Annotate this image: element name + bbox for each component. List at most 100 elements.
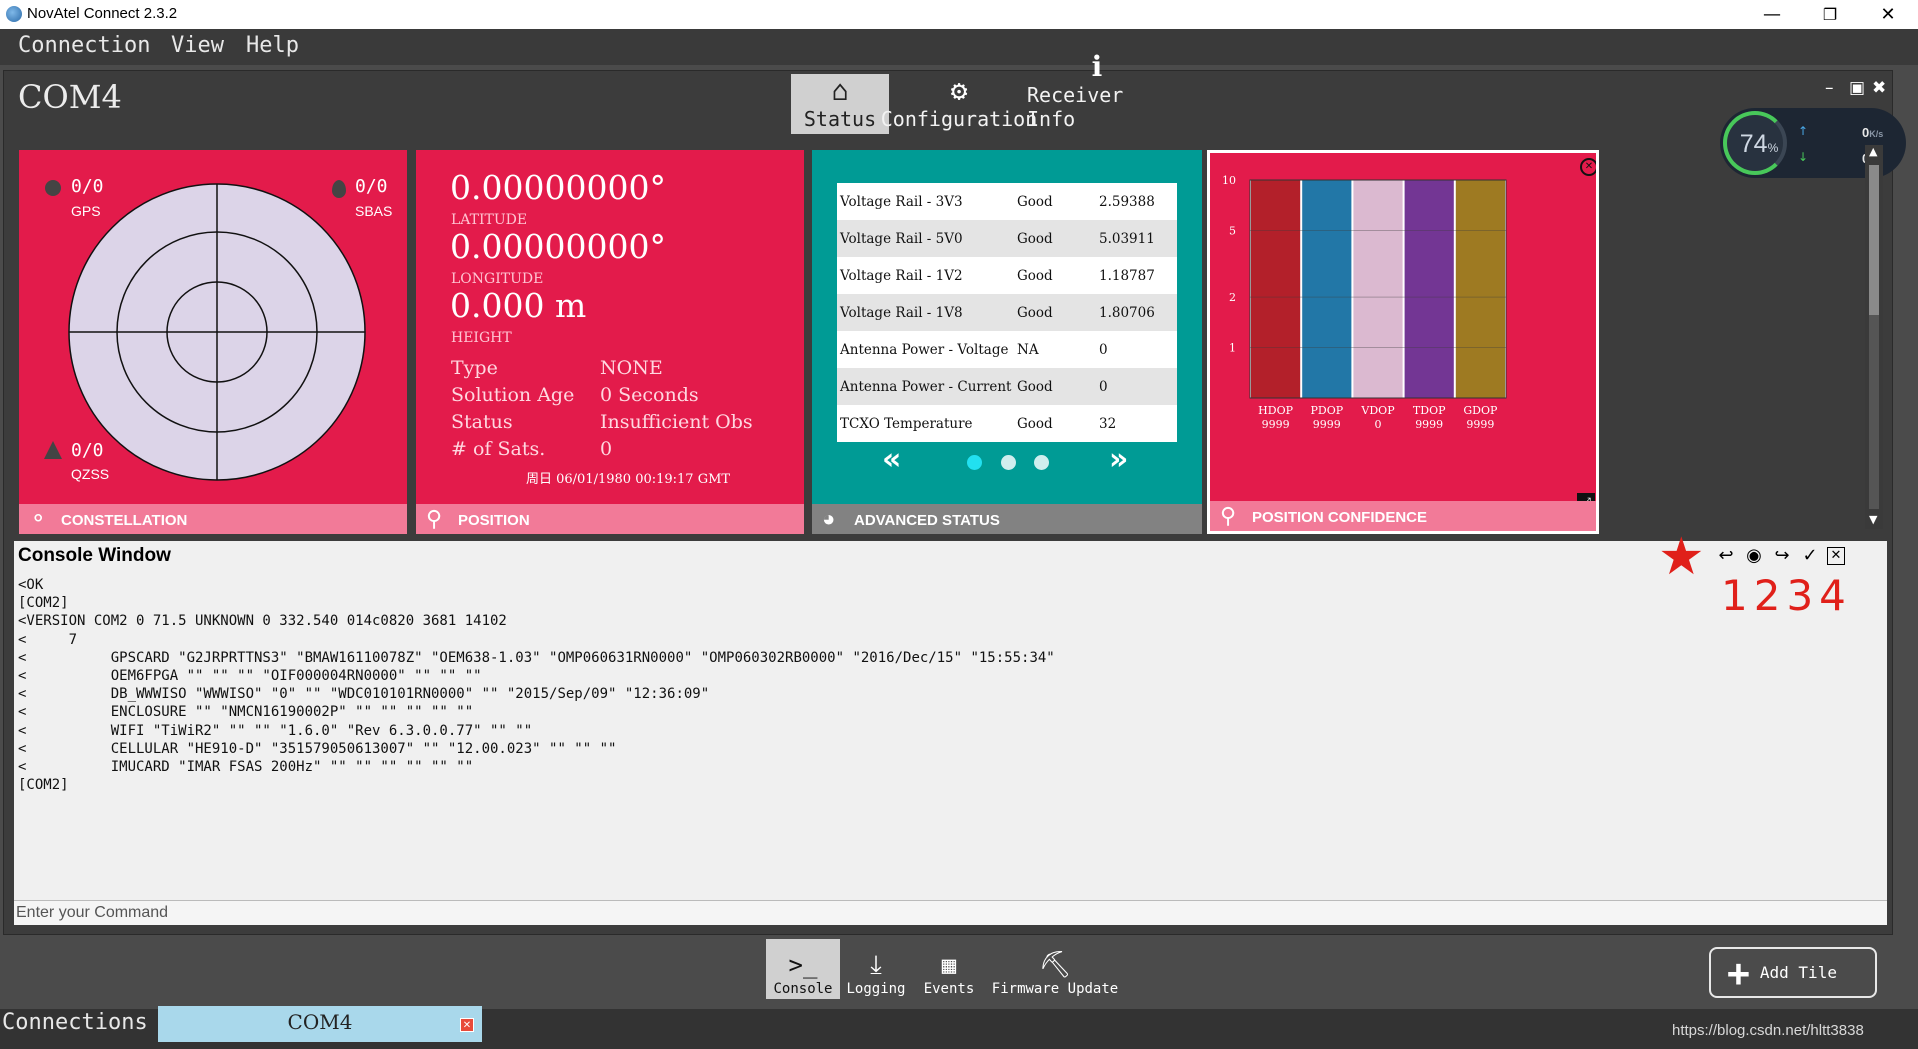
prev-page-button[interactable]: « [882,442,901,477]
firmware-update-tool-button[interactable]: ⛏ Firmware Update [990,939,1120,999]
table-row: TCXO Temperature Good 32 [837,405,1177,442]
events-tool-label: Events [923,981,975,997]
solution-age-value: 0 Seconds [600,384,699,406]
status-state: Good [1017,304,1053,321]
position-footer-label: POSITION [458,512,530,529]
advanced-status-tile[interactable]: Voltage Rail - 3V3 Good 2.59388 Voltage … [812,150,1202,534]
menu-connection[interactable]: Connection [18,33,150,58]
export-icon[interactable]: ↩ [1715,545,1737,567]
events-tool-button[interactable]: ▦ Events [913,939,985,999]
status-value: 0 [1099,341,1108,358]
bar-tdop [1404,180,1454,398]
tab-receiver-info[interactable]: i Receiver Info [1027,51,1167,134]
command-input[interactable] [14,900,1887,925]
red-number-annotation: 1234 [1721,571,1852,620]
status-value: Insufficient Obs [600,411,753,433]
console-line: <OK [18,577,44,593]
plus-icon: + [1727,950,1750,995]
add-tile-label: Add Tile [1759,963,1837,982]
position-tile[interactable]: 0.00000000° LATITUDE 0.00000000° LONGITU… [416,150,804,534]
constellation-tile[interactable]: 0/0 GPS 0/0 SBAS 0/0 QZSS ⚬ CONSTELLATIO… [19,150,407,534]
value-label: 0 [1375,418,1382,431]
satellite-icon: ⚬ [29,506,48,531]
console-line: < GPSCARD "G2JRPRTTNS3" "BMAW16110078Z" … [18,649,1055,666]
dop-chart-svg: 10521HDOP9999PDOP9999VDOP0TDOP9999GDOP99… [1222,174,1507,431]
tab-configuration-label: Configuration [880,107,1038,131]
console-line: < OEM6FPGA "" "" "" "OIF000004RN0000" ""… [18,668,482,685]
status-state: Good [1017,378,1053,395]
bar-gdop [1455,180,1505,398]
page-dot[interactable] [1001,455,1016,470]
scrollbar-thumb[interactable] [1869,165,1879,315]
tab-configuration[interactable]: ⚙ Configuration [881,74,1038,134]
console-tool-button[interactable]: >_ Console [766,939,840,999]
position-confidence-tile[interactable]: ✕ 10 5 2 1 HDOP 9999 PDOP 9999 VDOP 0 TDOP 9999 GDOP… [1207,150,1599,534]
cpu-percent: 74 [1739,130,1768,158]
sbas-marker-icon [332,180,346,198]
status-state: Good [1017,415,1053,432]
connection-tab-com4[interactable]: COM4 ✕ [158,1006,482,1042]
tab-status[interactable]: ⌂ Status [791,74,889,134]
panel-minimize-button[interactable]: – [1825,78,1834,98]
menu-help[interactable]: Help [246,33,299,58]
restore-window-button[interactable]: ❐ [1801,0,1859,29]
tab-receiver-info-label: Receiver Info [1027,83,1124,131]
console-line: < ENCLOSURE "" "NMCN16190002P" "" "" "" … [18,704,474,721]
solution-age-label: Solution Age [451,384,575,406]
panel-close-button[interactable]: ✖ [1872,78,1886,98]
gear-icon: ⚙ [950,74,968,107]
console-line: < CELLULAR "HE910-D" "351579050613007" "… [18,740,617,757]
table-row: Antenna Power - Voltage NA 0 [837,331,1177,368]
table-row: Voltage Rail - 3V3 Good 2.59388 [837,183,1177,220]
status-name: TCXO Temperature [840,415,973,432]
status-value: 1.80706 [1099,304,1155,321]
page-dot-active[interactable] [967,455,982,470]
cpu-gauge: 74% [1723,111,1787,175]
red-star-annotation: ★ [1658,527,1705,587]
percent-unit: % [1767,141,1779,155]
add-tile-button[interactable]: + Add Tile [1709,947,1877,998]
value-label: 9999 [1415,418,1443,431]
tiles-scrollbar[interactable]: ▲ ▼ [1865,145,1883,529]
minimize-window-button[interactable]: — [1743,0,1801,29]
status-name: Voltage Rail - 1V8 [840,304,963,321]
location-pin-icon: ⚲ [1220,503,1237,528]
type-value: NONE [600,357,663,379]
connections-label: Connections [2,1010,148,1035]
latitude-label: LATITUDE [451,212,528,228]
terminal-icon: >_ [788,951,818,979]
close-window-button[interactable]: ✕ [1859,0,1917,29]
advanced-status-footer-label: ADVANCED STATUS [854,512,1000,529]
console-output: <OK [COM2] <VERSION COM2 0 71.5 UNKNOWN 0 … [18,576,1055,794]
status-state: NA [1017,341,1039,358]
sbas-count: 0/0 [355,176,388,197]
save-log-icon[interactable]: ↪ [1771,545,1793,567]
qzss-label: QZSS [71,466,110,482]
scroll-down-icon[interactable]: ▼ [1869,513,1877,526]
page-dot[interactable] [1034,455,1049,470]
bar-hdop [1251,180,1301,398]
calendar-icon: ▦ [941,951,957,979]
status-name: Antenna Power - Current [840,378,1012,395]
y-tick-label: 2 [1229,291,1236,304]
constellation-footer-label: CONSTELLATION [61,512,188,529]
firmware-icon: ⛏ [1038,950,1072,980]
clear-icon[interactable]: ✓ [1799,545,1821,567]
console-line: < WIFI "TiWiR2" "" "" "1.6.0" "Rev 6.3.0… [18,722,533,739]
console-line: < IMUCARD "IMAR FSAS 200Hz" "" "" "" "" … [18,759,474,776]
logging-tool-button[interactable]: ⤓ Logging [842,939,910,999]
record-icon[interactable]: ◉ [1743,545,1765,567]
close-connection-icon[interactable]: ✕ [460,1018,474,1032]
next-page-button[interactable]: » [1109,442,1128,477]
position-confidence-footer-label: POSITION CONFIDENCE [1252,509,1428,526]
scroll-up-icon[interactable]: ▲ [1869,145,1877,158]
gps-label: GPS [71,203,101,219]
position-footer: ⚲ POSITION [416,504,804,534]
category-label: HDOP [1258,404,1293,417]
panel-maximize-button[interactable]: ▣ [1849,78,1865,98]
console-line: < 7 [18,631,78,648]
console-title: Console Window [18,545,171,566]
close-console-icon[interactable]: ✕ [1827,547,1845,565]
menu-view[interactable]: View [171,33,224,58]
status-state: Good [1017,230,1053,247]
